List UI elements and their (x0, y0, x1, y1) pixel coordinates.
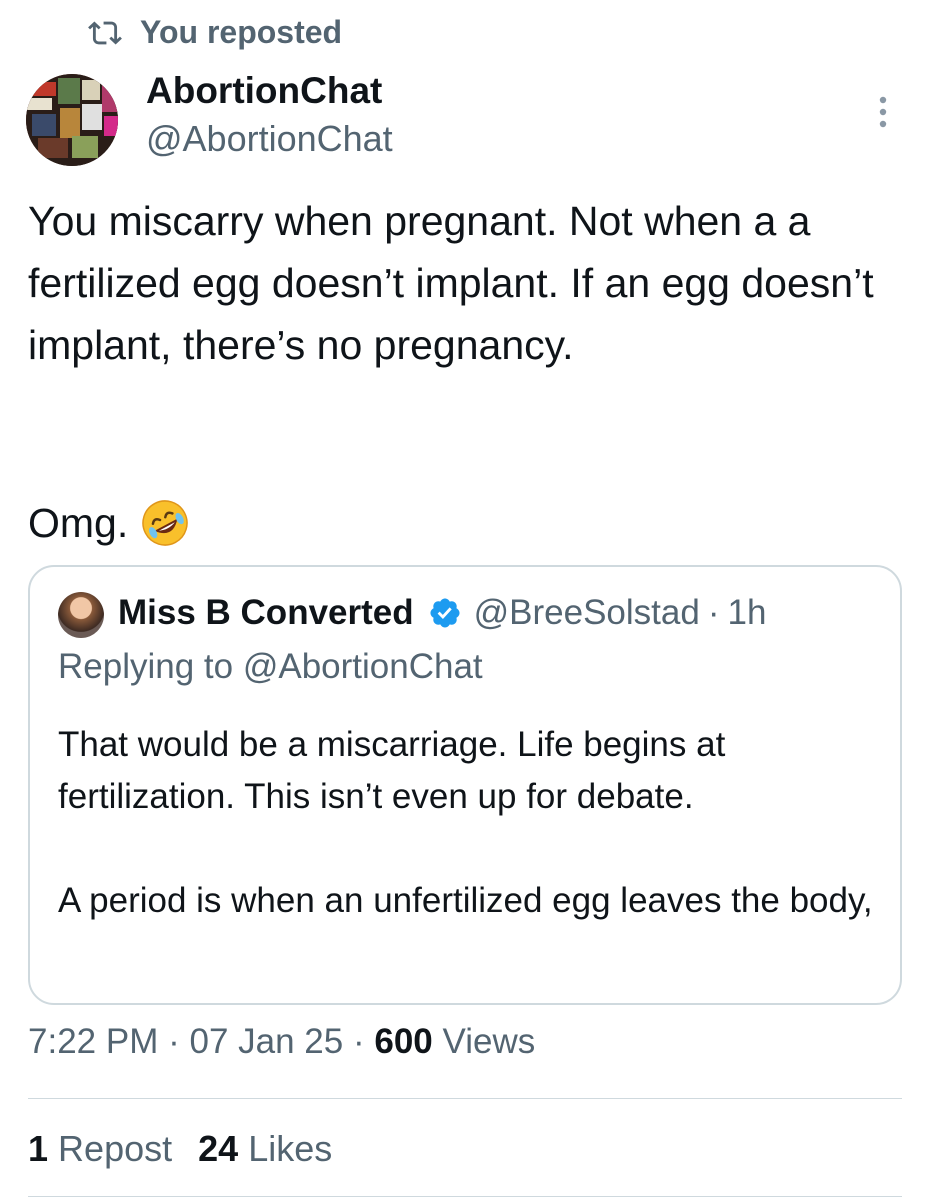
repost-banner[interactable]: You reposted (88, 14, 342, 51)
views-label: Views (442, 1022, 536, 1061)
tweet-closing-line: Omg. (28, 492, 192, 554)
vertical-dots-icon (879, 96, 887, 128)
quoted-replying-to: Replying to @AbortionChat (58, 647, 483, 686)
author-display-name[interactable]: AbortionChat (146, 70, 382, 112)
engagement-stats: 1 Repost 24 Likes (28, 1128, 332, 1170)
author-handle[interactable]: @AbortionChat (146, 118, 393, 160)
author-avatar[interactable] (26, 74, 118, 166)
tweet-metadata: 7:22 PM · 07 Jan 25 · 600 Views (28, 1022, 535, 1062)
tweet-date[interactable]: 07 Jan 25 (189, 1022, 343, 1061)
tweet-text: You miscarry when pregnant. Not when a a… (28, 198, 874, 368)
quoted-tweet[interactable]: Miss B Converted @BreeSolstad · 1h Reply… (28, 565, 902, 1005)
repost-icon (88, 20, 122, 45)
quoted-paragraph: A period is when an unfertilized egg lea… (58, 881, 873, 920)
quoted-paragraph: That would be a miscarriage. Life begins… (58, 725, 726, 816)
tweet-detail: You reposted AbortionChat @AbortionChat … (0, 0, 927, 1200)
quoted-author-display-name[interactable]: Miss B Converted (118, 593, 414, 633)
verified-badge-icon (430, 598, 460, 628)
quoted-timestamp[interactable]: 1h (727, 593, 766, 633)
quoted-separator: · (707, 593, 720, 632)
likes-link[interactable]: 24 Likes (198, 1128, 332, 1169)
reposts-label: Repost (58, 1128, 173, 1169)
reposts-count: 1 (28, 1128, 49, 1169)
divider (28, 1196, 902, 1197)
more-options-button[interactable] (868, 92, 898, 132)
quoted-author-avatar[interactable] (58, 592, 104, 638)
repost-banner-label: You reposted (140, 14, 343, 50)
rolling-on-floor-laughing-emoji-icon (142, 500, 188, 546)
reposts-link[interactable]: 1 Repost (28, 1128, 172, 1169)
likes-count: 24 (198, 1128, 239, 1169)
author-avatar-image (26, 74, 118, 166)
tweet-time[interactable]: 7:22 PM (28, 1022, 158, 1061)
meta-separator: · (352, 1022, 365, 1061)
quoted-author-handle[interactable]: @BreeSolstad (474, 593, 700, 633)
quoted-tweet-text: That would be a miscarriage. Life begins… (58, 719, 878, 927)
views-count: 600 (374, 1022, 433, 1061)
quoted-tweet-header: Miss B Converted @BreeSolstad · 1h (118, 593, 766, 633)
divider (28, 1098, 902, 1099)
tweet-closing-text: Omg. (28, 500, 129, 546)
meta-separator: · (168, 1022, 180, 1061)
likes-label: Likes (248, 1128, 333, 1169)
